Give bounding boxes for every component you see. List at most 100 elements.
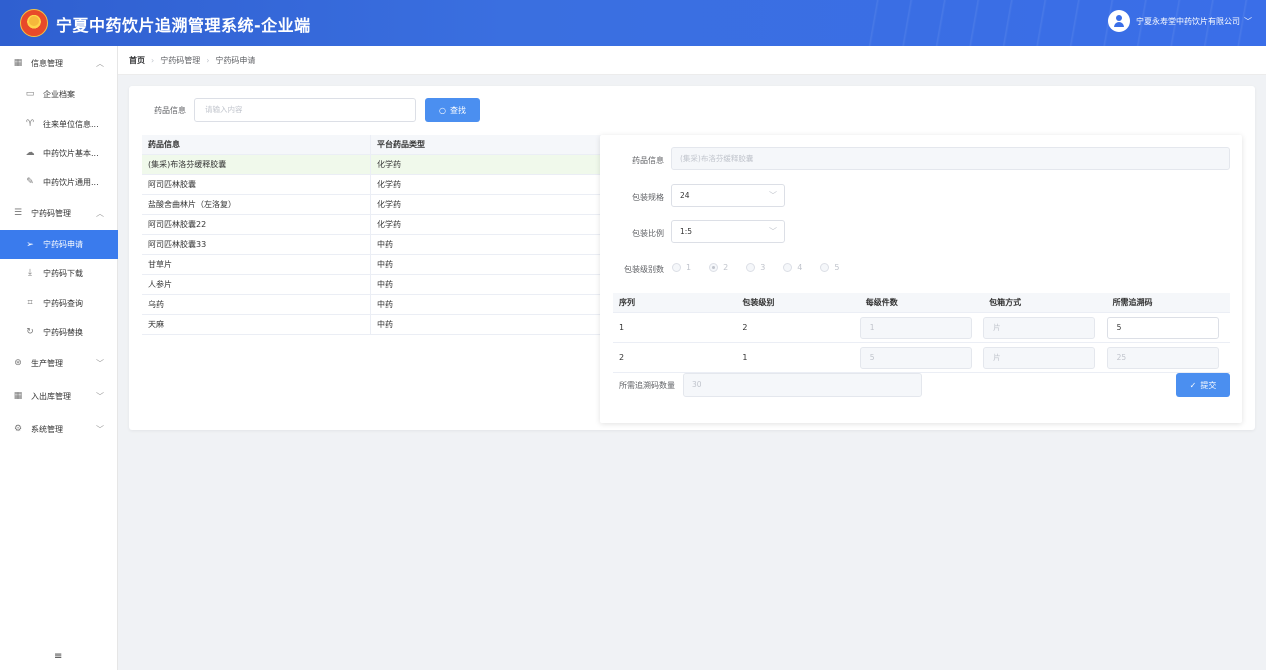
search-icon: ○ bbox=[439, 105, 446, 115]
menu-item-code-apply[interactable]: ➢ 宁药码申请 bbox=[0, 230, 118, 259]
radio-level-4[interactable]: 4 bbox=[783, 263, 802, 272]
chevron-down-icon: ﹀ bbox=[769, 191, 777, 200]
table-row[interactable]: 盐酸舍曲林片（左洛复） 化学药 bbox=[142, 195, 602, 215]
count-input: 5 bbox=[859, 346, 972, 369]
user-menu[interactable]: 宁夏永寿堂中药饮片有限公司 ﹀ bbox=[1108, 10, 1252, 32]
column-header: 药品信息 bbox=[142, 135, 371, 154]
breadcrumb-home[interactable]: 首页 bbox=[129, 55, 145, 66]
menu-label: 企业档案 bbox=[43, 89, 75, 99]
menu-label: 宁药码管理 bbox=[31, 208, 71, 218]
chevron-down-icon: ﹀ bbox=[96, 424, 104, 434]
sidebar: ▦ 信息管理 ︿ ▭ 企业档案 ♈ 往来单位信息... ☁ 中药饮片基本... … bbox=[0, 46, 118, 670]
menu-group-code[interactable]: ☰ 宁药码管理 ︿ bbox=[0, 199, 118, 227]
cell-drug: 人参片 bbox=[142, 275, 371, 294]
package-level-table: 序列 包装级别 每级件数 包箱方式 所需追溯码 1 2 1 片 5 2 1 5 … bbox=[613, 293, 1230, 373]
radio-level-2[interactable]: 2 bbox=[709, 263, 728, 272]
table-row[interactable]: 阿司匹林胶囊22 化学药 bbox=[142, 215, 602, 235]
table-row[interactable]: 人参片 中药 bbox=[142, 275, 602, 295]
cloud-icon: ☁ bbox=[25, 148, 35, 158]
menu-label: 中药饮片通用... bbox=[43, 177, 99, 187]
radio-level-5[interactable]: 5 bbox=[820, 263, 839, 272]
table-row[interactable]: 阿司匹林胶囊33 中药 bbox=[142, 235, 602, 255]
chevron-up-icon: ︿ bbox=[96, 58, 104, 68]
cell-drug: 阿司匹林胶囊 bbox=[142, 175, 371, 194]
column-header: 每级件数 bbox=[865, 298, 898, 307]
table-header: 药品信息 平台药品类型 bbox=[142, 135, 602, 155]
chevron-down-icon: ﹀ bbox=[1244, 16, 1252, 26]
drug-table: 药品信息 平台药品类型 (集采)布洛芬缓释胶囊 化学药 阿司匹林胶囊 化学药 盐… bbox=[142, 135, 602, 335]
cell-drug: 天麻 bbox=[142, 315, 371, 334]
column-header: 所需追溯码 bbox=[1112, 298, 1153, 307]
breadcrumb-item: 宁药码申请 bbox=[215, 55, 256, 65]
menu-item-herb-basic[interactable]: ☁ 中药饮片基本... bbox=[0, 139, 118, 167]
send-icon: ➢ bbox=[26, 239, 34, 250]
table-row[interactable]: 乌药 中药 bbox=[142, 295, 602, 315]
total-codes-field: 30 bbox=[683, 373, 922, 397]
package-ratio-select[interactable]: 1:5 ﹀ bbox=[671, 220, 785, 243]
cell-drug: 乌药 bbox=[142, 295, 371, 314]
table-row[interactable]: (集采)布洛芬缓释胶囊 化学药 bbox=[142, 155, 602, 175]
check-icon: ✓ bbox=[1189, 380, 1197, 390]
submit-button-label: 提交 bbox=[1200, 380, 1217, 390]
search-button[interactable]: ○ 查找 bbox=[425, 98, 480, 122]
cell-count: 1 bbox=[859, 313, 983, 342]
cell-drug: 阿司匹林胶囊33 bbox=[142, 235, 371, 254]
user-avatar-icon bbox=[1108, 10, 1130, 32]
table-row[interactable]: 天麻 中药 bbox=[142, 315, 602, 335]
gear-circle-icon: ⊛ bbox=[14, 358, 22, 368]
top-header: 宁夏中药饮片追溯管理系统-企业端 宁夏永寿堂中药饮片有限公司 ﹀ bbox=[0, 0, 1266, 46]
app-title: 宁夏中药饮片追溯管理系统-企业端 bbox=[56, 16, 311, 35]
chevron-down-icon: ﹀ bbox=[769, 227, 777, 236]
table-row[interactable]: 阿司匹林胶囊 化学药 bbox=[142, 175, 602, 195]
count-input: 1 bbox=[859, 316, 972, 339]
codes-input: 25 bbox=[1106, 346, 1219, 369]
menu-item-code-replace[interactable]: ↻ 宁药码替换 bbox=[0, 318, 118, 346]
breadcrumb-separator-icon: › bbox=[151, 55, 155, 65]
radio-label: 2 bbox=[723, 263, 729, 272]
search-input[interactable]: 请输入内容 bbox=[194, 98, 416, 122]
package-ratio-label: 包装比例 bbox=[632, 229, 664, 238]
menu-item-code-download[interactable]: ⤓ 宁药码下载 bbox=[0, 259, 118, 287]
cell-drug: 阿司匹林胶囊22 bbox=[142, 215, 371, 234]
list-icon: ☰ bbox=[13, 208, 23, 218]
refresh-icon: ↻ bbox=[26, 327, 34, 337]
menu-group-production[interactable]: ⊛ 生产管理 ﹀ bbox=[0, 349, 118, 377]
menu-group-info[interactable]: ▦ 信息管理 ︿ bbox=[0, 49, 118, 77]
menu-item-partners[interactable]: ♈ 往来单位信息... bbox=[0, 110, 118, 138]
cell-type: 中药 bbox=[377, 320, 393, 329]
cell-level: 2 bbox=[742, 323, 748, 332]
menu-item-herb-general[interactable]: ✎ 中药饮片通用... bbox=[0, 168, 118, 196]
radio-dot bbox=[783, 263, 793, 272]
column-header: 包装级别 bbox=[742, 298, 775, 307]
cell-drug: 甘草片 bbox=[142, 255, 371, 274]
cell-codes: 5 bbox=[1106, 313, 1230, 342]
cell-seq: 1 bbox=[619, 323, 625, 332]
menu-item-code-query[interactable]: ⌗ 宁药码查询 bbox=[0, 289, 118, 317]
breadcrumb: 首页 › 宁药码管理 › 宁药码申请 bbox=[118, 46, 1266, 75]
menu-label: 宁药码替换 bbox=[43, 327, 83, 337]
table-row: 1 2 1 片 5 bbox=[613, 313, 1230, 343]
menu-label: 宁药码下载 bbox=[43, 268, 83, 278]
total-codes-label: 所需追溯码数量 bbox=[619, 381, 675, 390]
cell-drug: (集采)布洛芬缓释胶囊 bbox=[142, 155, 371, 174]
menu-item-company-profile[interactable]: ▭ 企业档案 bbox=[0, 80, 118, 108]
package-spec-select[interactable]: 24 ﹀ bbox=[671, 184, 785, 207]
cell-type: 中药 bbox=[377, 280, 393, 289]
settings-icon: ⚙ bbox=[13, 424, 23, 434]
column-header: 序列 bbox=[619, 298, 635, 307]
menu-label: 宁药码申请 bbox=[43, 240, 83, 249]
menu-label: 系统管理 bbox=[31, 424, 63, 434]
submit-button[interactable]: ✓ 提交 bbox=[1176, 373, 1230, 397]
codes-input[interactable]: 5 bbox=[1106, 316, 1219, 339]
table-row[interactable]: 甘草片 中药 bbox=[142, 255, 602, 275]
cell-level: 1 bbox=[742, 353, 748, 362]
cell-type: 中药 bbox=[377, 300, 393, 309]
menu-group-inventory[interactable]: ▦ 入出库管理 ﹀ bbox=[0, 382, 118, 410]
drug-info-field: (集采)布洛芬缓释胶囊 bbox=[671, 147, 1230, 170]
menu-group-system[interactable]: ⚙ 系统管理 ﹀ bbox=[0, 415, 118, 443]
breadcrumb-separator-icon: › bbox=[206, 55, 210, 65]
radio-level-1[interactable]: 1 bbox=[672, 263, 691, 272]
radio-level-3[interactable]: 3 bbox=[746, 263, 765, 272]
package-spec-label: 包装规格 bbox=[632, 193, 664, 202]
sidebar-collapse-icon[interactable]: ≡ bbox=[54, 651, 62, 662]
